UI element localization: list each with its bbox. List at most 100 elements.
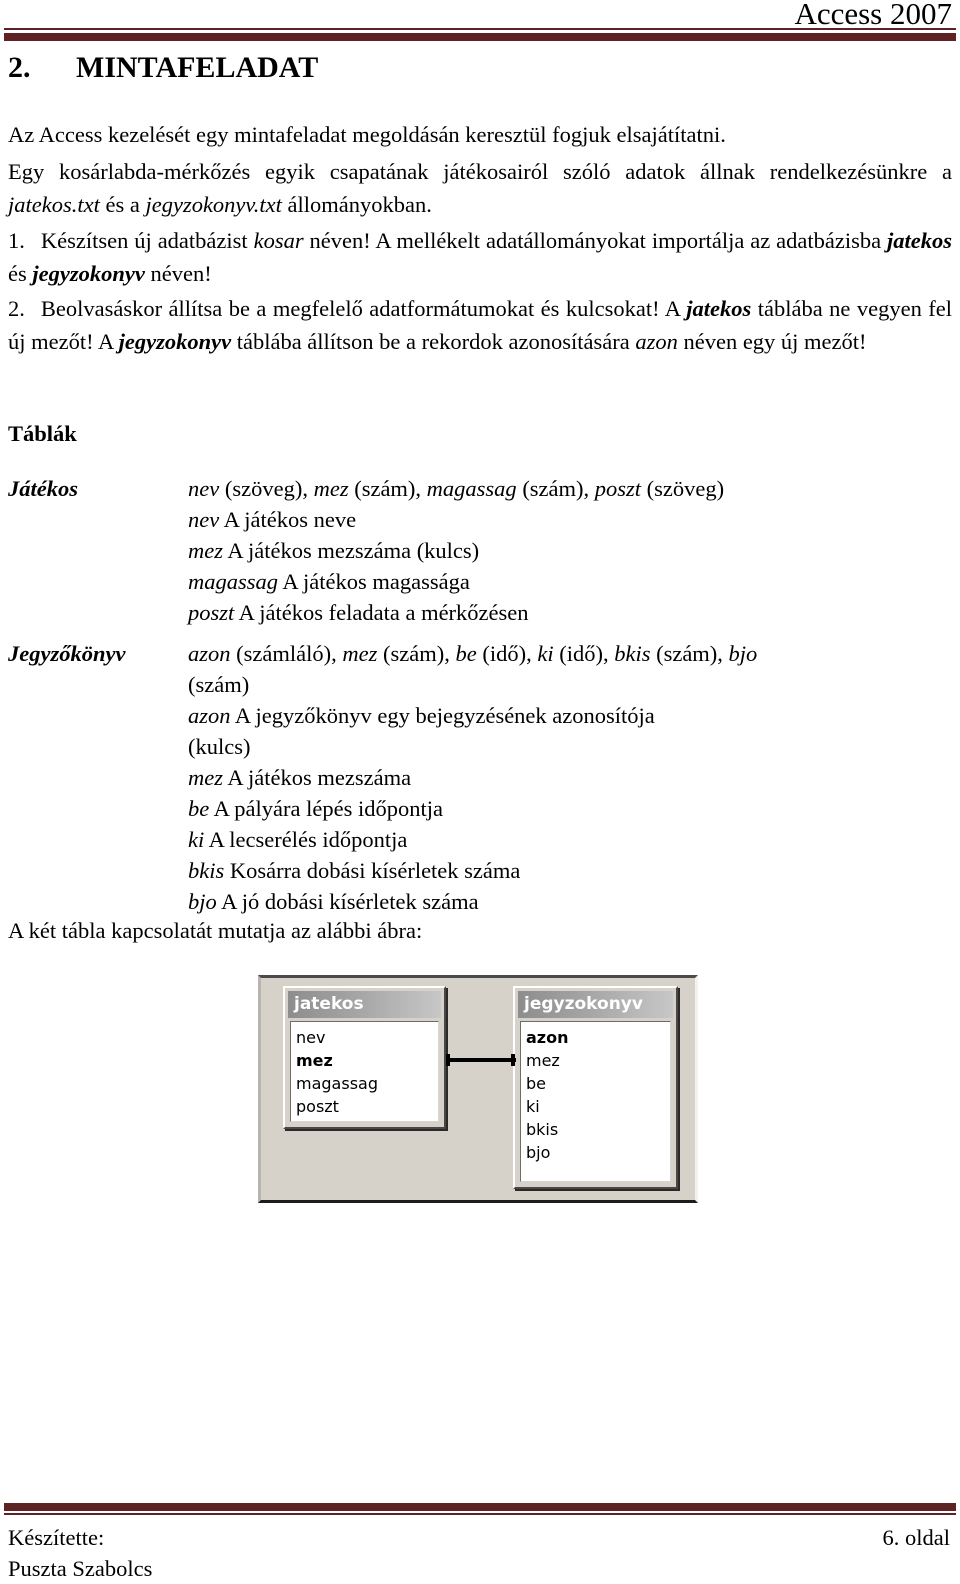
- intro-paragraph: Az Access kezelését egy mintafeladat meg…: [8, 118, 952, 151]
- source-text-a: Egy kosárlabda-mérkőzés egyik csapatának…: [8, 159, 952, 184]
- diagram-field[interactable]: nev: [296, 1026, 438, 1049]
- task-2-number: 2.: [8, 296, 25, 321]
- footer-rule-thin: [4, 1513, 956, 1515]
- signature-line-jegyzokonyv: azon (számláló), mez (szám), be (idő), k…: [188, 638, 808, 700]
- task-1-text-c: és: [8, 261, 33, 286]
- task-2-table-2: jegyzokonyv: [118, 329, 232, 354]
- task-1-text-a: Készítsen új adatbázist: [40, 228, 254, 253]
- field-name: bjo: [188, 889, 217, 914]
- field-text: A játékos neve: [219, 507, 357, 532]
- task-2-field-name: azon: [635, 329, 678, 354]
- field-name: magassag: [188, 569, 279, 594]
- field-type: (szám),: [650, 641, 729, 666]
- field-name: magassag: [426, 476, 517, 501]
- field-text: A jó dobási kísérletek száma: [216, 889, 479, 914]
- field-type: (szám),: [348, 476, 427, 501]
- field-name: azon: [188, 641, 231, 666]
- table-desc-jegyzokonyv: azon (számláló), mez (szám), be (idő), k…: [188, 638, 828, 917]
- field-desc-line: magassag A játékos magassága: [188, 566, 828, 597]
- source-text-b: és a: [99, 192, 146, 217]
- task-1-table-2: jegyzokonyv: [32, 261, 145, 286]
- task-2-text-d: néven egy új mezőt!: [677, 329, 867, 354]
- field-name: mez: [342, 641, 378, 666]
- source-file-2: jegyzokonyv.txt: [145, 192, 282, 217]
- table-desc-jatekos: nev (szöveg), mez (szám), magassag (szám…: [188, 473, 828, 628]
- diagram-field[interactable]: bjo: [526, 1141, 670, 1164]
- field-type: (idő),: [553, 641, 615, 666]
- field-name: nev: [188, 507, 220, 532]
- field-name: ki: [188, 827, 205, 852]
- field-desc-line: be A pályára lépés időpontja: [188, 793, 828, 824]
- field-name: mez: [313, 476, 349, 501]
- diagram-field-list[interactable]: azon mez be ki bkis bjo: [520, 1021, 671, 1182]
- field-desc-line: poszt A játékos feladata a mérkőzésen: [188, 597, 828, 628]
- page-title: 2. MINTAFELADAT: [8, 51, 318, 85]
- field-name: nev: [188, 476, 220, 501]
- diagram-field[interactable]: mez: [526, 1049, 670, 1072]
- field-desc-line: bjo A jó dobási kísérletek száma: [188, 886, 828, 917]
- table-name-jatekos: Játékos: [8, 476, 78, 501]
- field-text: A lecserélés időpontja: [204, 827, 408, 852]
- task-1-number: 1.: [8, 228, 25, 253]
- footer-author-block: Készítette: Puszta Szabolcs: [8, 1522, 152, 1584]
- diagram-field[interactable]: poszt: [296, 1095, 438, 1118]
- field-name: mez: [188, 765, 223, 790]
- diagram-field[interactable]: be: [526, 1072, 670, 1095]
- document-page: Access 2007 2. MINTAFELADAT Az Access kez…: [0, 0, 960, 1581]
- source-files-paragraph: Egy kosárlabda-mérkőzés egyik csapatának…: [8, 155, 952, 221]
- diagram-caption: A két tábla kapcsolatát mutatja az alább…: [8, 918, 423, 943]
- source-file-1: jatekos.txt: [8, 192, 100, 217]
- diagram-field[interactable]: mez: [296, 1049, 438, 1072]
- task-2-table-1: jatekos: [686, 296, 752, 321]
- field-type: (szöveg),: [219, 476, 314, 501]
- field-text: Kosárra dobási kísérletek száma: [224, 858, 521, 883]
- relationship-connector-cap-right: [511, 1054, 515, 1066]
- field-name: bkis: [188, 858, 225, 883]
- tables-section-heading: Táblák: [8, 421, 77, 446]
- task-1-table-1: jatekos: [887, 228, 952, 253]
- field-type: (szám),: [516, 476, 595, 501]
- diagram-table-jatekos[interactable]: jatekos nev mez magassag poszt: [283, 986, 446, 1129]
- field-name: azon: [188, 703, 231, 728]
- task-1-paragraph: 1. Készítsen új adatbázist kosar néven! A…: [8, 224, 952, 290]
- diagram-field-list[interactable]: nev mez magassag poszt: [290, 1021, 439, 1122]
- field-type: (idő),: [476, 641, 538, 666]
- diagram-table-title: jegyzokonyv: [518, 991, 673, 1018]
- field-type: (számláló),: [230, 641, 343, 666]
- diagram-table-jegyzokonyv[interactable]: jegyzokonyv azon mez be ki bkis bjo: [513, 986, 678, 1189]
- field-type: (szöveg): [641, 476, 725, 501]
- field-name: be: [455, 641, 477, 666]
- field-name: be: [188, 796, 210, 821]
- relationship-diagram: jatekos nev mez magassag poszt jegyzokonyv …: [258, 975, 698, 1203]
- field-desc-line: azon A jegyzőkönyv egy bejegyzésének azo…: [188, 700, 658, 762]
- footer-author-name: Puszta Szabolcs: [8, 1556, 153, 1581]
- header-rule-thick: [4, 33, 956, 41]
- diagram-field[interactable]: bkis: [526, 1118, 670, 1141]
- header-rule-thin: [4, 28, 956, 30]
- task-2-text-a: Beolvasáskor állítsa be a megfelelő adat…: [40, 296, 687, 321]
- signature-line-jatekos: nev (szöveg), mez (szám), magassag (szám…: [188, 473, 828, 504]
- chapter-title-text: MINTAFELADAT: [76, 51, 319, 84]
- relationship-connector-line[interactable]: [446, 1058, 516, 1062]
- field-name: bjo: [728, 641, 758, 666]
- diagram-field[interactable]: magassag: [296, 1072, 438, 1095]
- field-name: bkis: [614, 641, 651, 666]
- task-2-text-c: táblába állítson be a rekordok azonosítá…: [231, 329, 636, 354]
- diagram-table-title: jatekos: [288, 991, 441, 1018]
- intro-text: Az Access kezelését egy mintafeladat meg…: [8, 122, 726, 147]
- task-1-text-b: néven! A mellékelt adatállományokat impo…: [303, 228, 887, 253]
- field-name: poszt: [594, 476, 642, 501]
- field-text: A játékos mezszáma (kulcs): [223, 538, 480, 563]
- field-desc-line: mez A játékos mezszáma: [188, 762, 828, 793]
- diagram-field[interactable]: azon: [526, 1026, 670, 1049]
- field-desc-line: bkis Kosárra dobási kísérletek száma: [188, 855, 828, 886]
- task-1-db-name: kosar: [253, 228, 304, 253]
- table-name-jegyzokonyv: Jegyzőkönyv: [8, 641, 126, 666]
- field-text: A pályára lépés időpontja: [209, 796, 443, 821]
- field-text: A játékos magassága: [278, 569, 470, 594]
- field-text: A jegyzőkönyv egy bejegyzésének azonosít…: [188, 703, 655, 759]
- field-type: (szám),: [377, 641, 456, 666]
- diagram-field[interactable]: ki: [526, 1095, 670, 1118]
- footer-rule-thick: [4, 1503, 956, 1511]
- field-text: A játékos mezszáma: [223, 765, 412, 790]
